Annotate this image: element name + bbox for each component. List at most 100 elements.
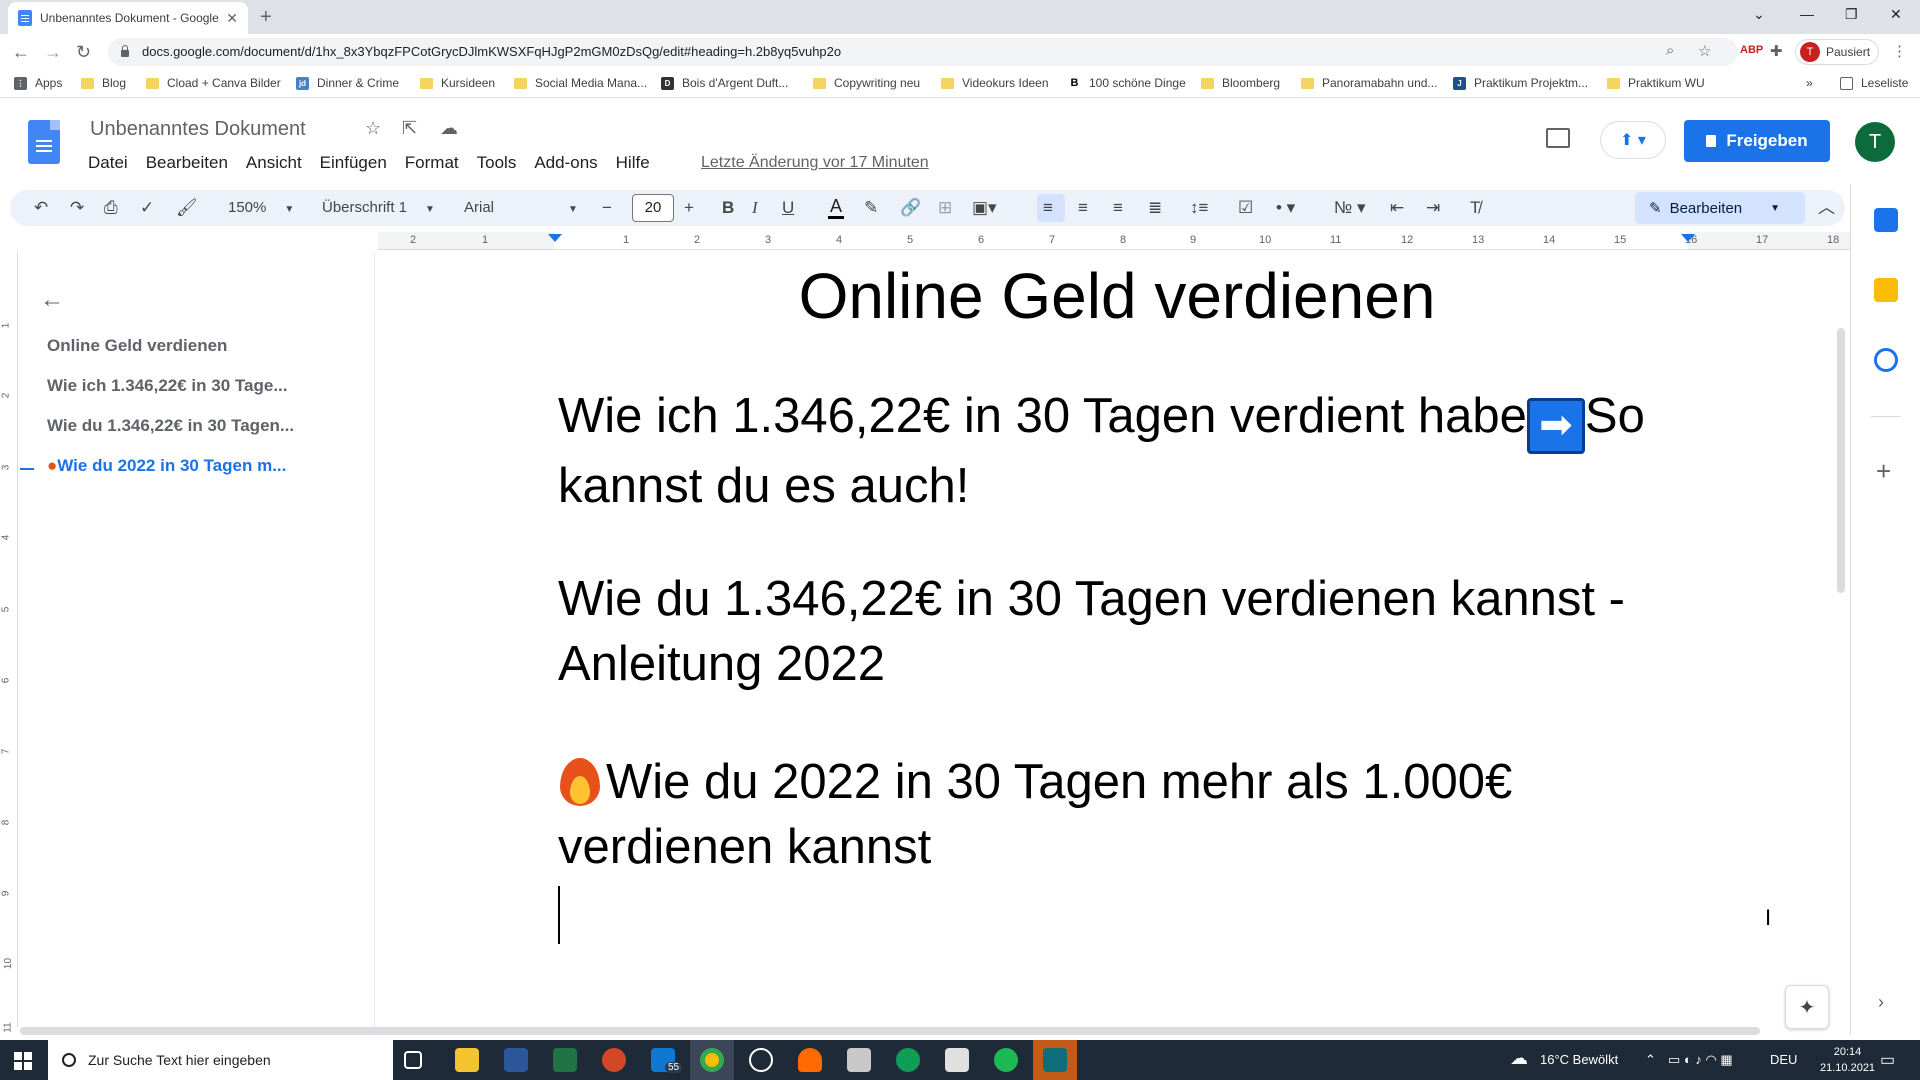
taskbar-clock[interactable]: 20:14 21.10.2021 [1820, 1044, 1875, 1076]
bookmark-item[interactable]: Blog [81, 76, 126, 90]
right-indent-marker[interactable] [1681, 234, 1695, 242]
bookmark-item[interactable]: Bloomberg [1201, 76, 1280, 90]
menu-format[interactable]: Format [405, 153, 459, 173]
bookmark-item[interactable]: J Praktikum Projektm... [1453, 76, 1588, 90]
increase-font-size-icon[interactable]: + [684, 198, 694, 218]
menu-tools[interactable]: Tools [477, 153, 517, 173]
italic-icon[interactable]: I [752, 198, 758, 218]
insert-image-icon[interactable]: ▣▾ [972, 198, 997, 218]
bookmark-item[interactable]: Praktikum WU [1607, 76, 1705, 90]
spotify-icon[interactable] [994, 1048, 1018, 1072]
bookmark-apps[interactable]: ⋮ Apps [14, 76, 62, 90]
tab-search-icon[interactable]: ⌄ [1753, 6, 1765, 23]
doc-heading-3[interactable]: Wie du 2022 in 30 Tagen mehr als 1.000€ … [558, 750, 1708, 880]
checklist-icon[interactable]: ☑ [1238, 198, 1253, 218]
bookmark-item[interactable]: Kursideen [420, 76, 495, 90]
docs-logo-icon[interactable] [28, 120, 60, 164]
underline-icon[interactable]: U [782, 198, 794, 218]
highlight-icon[interactable]: ✎ [864, 198, 878, 218]
profile-button[interactable]: T Pausiert [1795, 39, 1879, 65]
notifications-icon[interactable]: ▭ [1880, 1050, 1895, 1070]
redo-icon[interactable]: ↷ [70, 198, 84, 218]
language-indicator[interactable]: DEU [1770, 1052, 1797, 1067]
account-avatar[interactable]: T [1855, 122, 1895, 162]
adblock-icon[interactable]: ABP [1740, 44, 1763, 56]
calendar-icon[interactable] [1874, 208, 1898, 232]
clear-formatting-icon[interactable]: T̸ [1470, 198, 1480, 218]
forward-icon[interactable]: → [44, 42, 62, 63]
share-button[interactable]: Freigeben [1684, 120, 1830, 162]
keep-icon[interactable] [1874, 278, 1898, 302]
close-tab-icon[interactable]: ✕ [226, 10, 238, 27]
horizontal-scrollbar[interactable] [20, 1027, 1760, 1035]
url-input[interactable]: docs.google.com/document/d/1hx_8x3YbqzFP… [108, 38, 1738, 66]
editing-mode-select[interactable]: ✎ Bearbeiten ▼ [1635, 192, 1805, 224]
menu-ansicht[interactable]: Ansicht [246, 153, 302, 173]
link-icon[interactable]: 🔗 [900, 198, 921, 218]
menu-datei[interactable]: Datei [88, 153, 128, 173]
outline-item[interactable]: Online Geld verdienen [47, 336, 337, 356]
increase-indent-icon[interactable]: ⇥ [1426, 198, 1440, 218]
more-bookmarks-icon[interactable]: » [1806, 76, 1813, 90]
move-folder-icon[interactable]: ⇱ [402, 118, 417, 139]
powerpoint-icon[interactable] [602, 1048, 626, 1072]
add-comment-icon[interactable]: ⊞ [938, 198, 952, 218]
reading-list[interactable]: Leseliste [1840, 76, 1908, 90]
new-tab-icon[interactable]: + [260, 6, 272, 29]
tray-chevron-icon[interactable]: ⌃ [1645, 1052, 1656, 1068]
paint-format-icon[interactable]: 🖌 [176, 198, 198, 218]
decrease-indent-icon[interactable]: ⇤ [1390, 198, 1404, 218]
undo-icon[interactable]: ↶ [34, 198, 48, 218]
menu-einfuegen[interactable]: Einfügen [320, 153, 387, 173]
outline-item[interactable]: Wie ich 1.346,22€ in 30 Tage... [47, 376, 337, 396]
bold-icon[interactable]: B [722, 198, 734, 218]
numbered-list-icon[interactable]: № ▾ [1334, 198, 1366, 218]
bookmark-star-icon[interactable]: ☆ [1698, 42, 1711, 60]
menu-addons[interactable]: Add-ons [534, 153, 597, 173]
browser-menu-icon[interactable]: ⋮ [1892, 42, 1907, 60]
collapse-toolbar-icon[interactable]: ︿ [1818, 198, 1835, 218]
doc-title-heading[interactable]: Online Geld verdienen [378, 256, 1850, 336]
bookmark-item[interactable]: Panoramabahn und... [1301, 76, 1437, 90]
expand-side-panel-icon[interactable]: › [1878, 992, 1884, 1013]
explore-button[interactable]: ✦ [1785, 985, 1829, 1029]
chrome-icon[interactable] [700, 1048, 724, 1072]
align-right-icon[interactable]: ≡ [1113, 198, 1123, 218]
align-center-icon[interactable]: ≡ [1078, 198, 1088, 218]
obs-icon[interactable] [749, 1048, 773, 1072]
document-title[interactable]: Unbenanntes Dokument [90, 118, 306, 141]
bookmark-item[interactable]: Cload + Canva Bilder [146, 76, 281, 90]
spellcheck-icon[interactable]: ✓ [140, 198, 154, 218]
bookmark-item[interactable]: Videokurs Ideen [941, 76, 1049, 90]
zoom-select[interactable]: 150% ▼ [228, 199, 294, 216]
menu-hilfe[interactable]: Hilfe [616, 153, 650, 173]
outline-item-active[interactable]: ●Wie du 2022 in 30 Tagen m... [47, 456, 337, 476]
left-indent-marker[interactable] [548, 234, 562, 242]
bookmark-item[interactable]: Social Media Mana... [514, 76, 647, 90]
style-select[interactable]: Überschrift 1 ▼ [322, 199, 435, 216]
back-icon[interactable]: ← [12, 42, 30, 63]
bullet-list-icon[interactable]: • ▾ [1276, 198, 1295, 218]
add-addon-icon[interactable]: + [1876, 456, 1891, 487]
present-button[interactable]: ⬆ ▾ [1600, 121, 1666, 159]
app-icon[interactable] [1043, 1048, 1067, 1072]
text-color-icon[interactable]: A [828, 196, 845, 219]
document-canvas[interactable]: Online Geld verdienen Wie ich 1.346,22€ … [378, 252, 1850, 1027]
app-icon[interactable] [847, 1048, 871, 1072]
align-left-icon[interactable]: ≡ [1043, 198, 1053, 218]
bookmark-item[interactable]: D Bois d'Argent Duft... [661, 76, 788, 90]
doc-heading-1[interactable]: Wie ich 1.346,22€ in 30 Tagen verdient h… [558, 384, 1708, 519]
justify-icon[interactable]: ≣ [1148, 198, 1162, 218]
tray-icons[interactable]: ▭ ◐ ♪ ◠ ▦ [1668, 1052, 1733, 1068]
line-spacing-icon[interactable]: ↕≡ [1190, 198, 1208, 218]
bookmark-item[interactable]: B 100 schöne Dinge [1068, 76, 1186, 90]
lock-icon[interactable] [120, 45, 130, 57]
restore-icon[interactable]: ❐ [1845, 6, 1858, 23]
decrease-font-size-icon[interactable]: − [602, 198, 612, 218]
windows-start-icon[interactable] [14, 1052, 32, 1070]
vertical-ruler[interactable]: 1 2 3 4 5 6 7 8 9 10 11 [0, 252, 18, 1033]
excel-icon[interactable] [553, 1048, 577, 1072]
minimize-icon[interactable]: — [1800, 6, 1814, 22]
edge-icon[interactable] [896, 1048, 920, 1072]
app-icon[interactable] [798, 1048, 822, 1072]
